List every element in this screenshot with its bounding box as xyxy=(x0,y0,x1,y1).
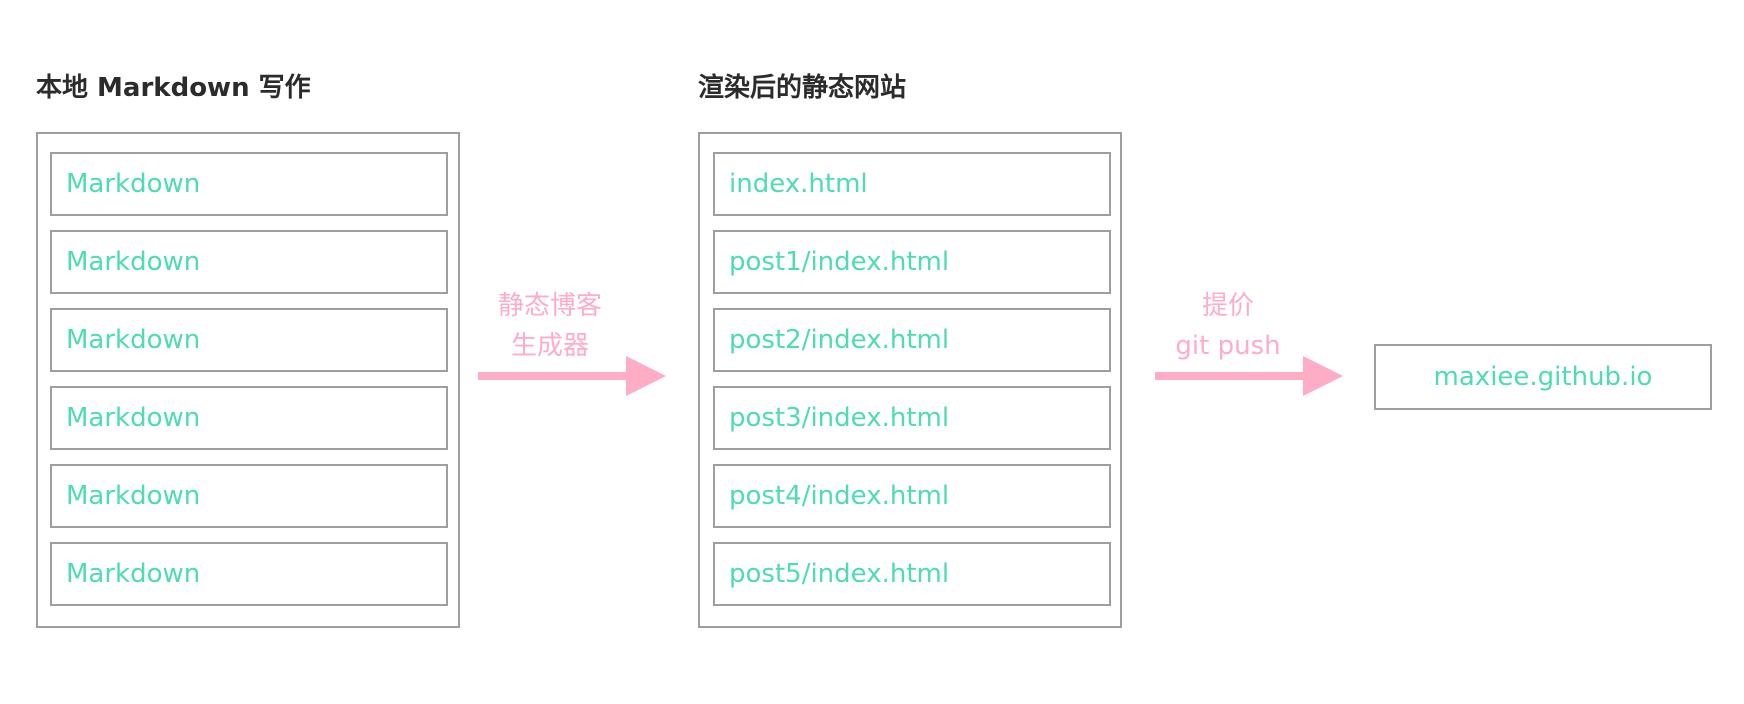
push-label-line-1: 提价 xyxy=(1201,291,1254,321)
target-site-label: maxiee.github.io xyxy=(1433,362,1653,392)
html-node-label: index.html xyxy=(729,169,868,199)
html-node-5: post4/index.html xyxy=(713,464,1111,528)
push-arrow xyxy=(1155,356,1343,396)
html-node-6: post5/index.html xyxy=(713,542,1111,606)
markdown-node-6: Markdown xyxy=(50,542,448,606)
html-node-4: post3/index.html xyxy=(713,386,1111,450)
markdown-node-label: Markdown xyxy=(66,481,201,511)
target-site-node: maxiee.github.io xyxy=(1374,344,1712,410)
html-node-label: post3/index.html xyxy=(729,403,950,433)
html-node-3: post2/index.html xyxy=(713,308,1111,372)
html-node-label: post4/index.html xyxy=(729,481,950,511)
markdown-node-1: Markdown xyxy=(50,152,448,216)
html-node-1: index.html xyxy=(713,152,1111,216)
push-arrow-head xyxy=(1303,356,1343,396)
push-arrow-shaft xyxy=(1155,372,1305,380)
html-node-label: post1/index.html xyxy=(729,247,950,277)
markdown-node-4: Markdown xyxy=(50,386,448,450)
left-section-title: 本地 Markdown 写作 xyxy=(36,73,311,103)
markdown-node-5: Markdown xyxy=(50,464,448,528)
markdown-node-label: Markdown xyxy=(66,247,201,277)
markdown-node-label: Markdown xyxy=(66,403,201,433)
html-node-label: post2/index.html xyxy=(729,325,950,355)
markdown-node-label: Markdown xyxy=(66,325,201,355)
middle-section-title: 渲染后的静态网站 xyxy=(698,73,907,103)
generator-arrow-head xyxy=(626,356,666,396)
markdown-node-2: Markdown xyxy=(50,230,448,294)
html-node-label: post5/index.html xyxy=(729,559,950,589)
markdown-node-label: Markdown xyxy=(66,169,201,199)
generator-label-line-1: 静态博客 xyxy=(497,291,602,321)
markdown-node-3: Markdown xyxy=(50,308,448,372)
markdown-node-label: Markdown xyxy=(66,559,201,589)
generator-arrow xyxy=(478,356,666,396)
html-node-2: post1/index.html xyxy=(713,230,1111,294)
generator-arrow-shaft xyxy=(478,372,628,380)
